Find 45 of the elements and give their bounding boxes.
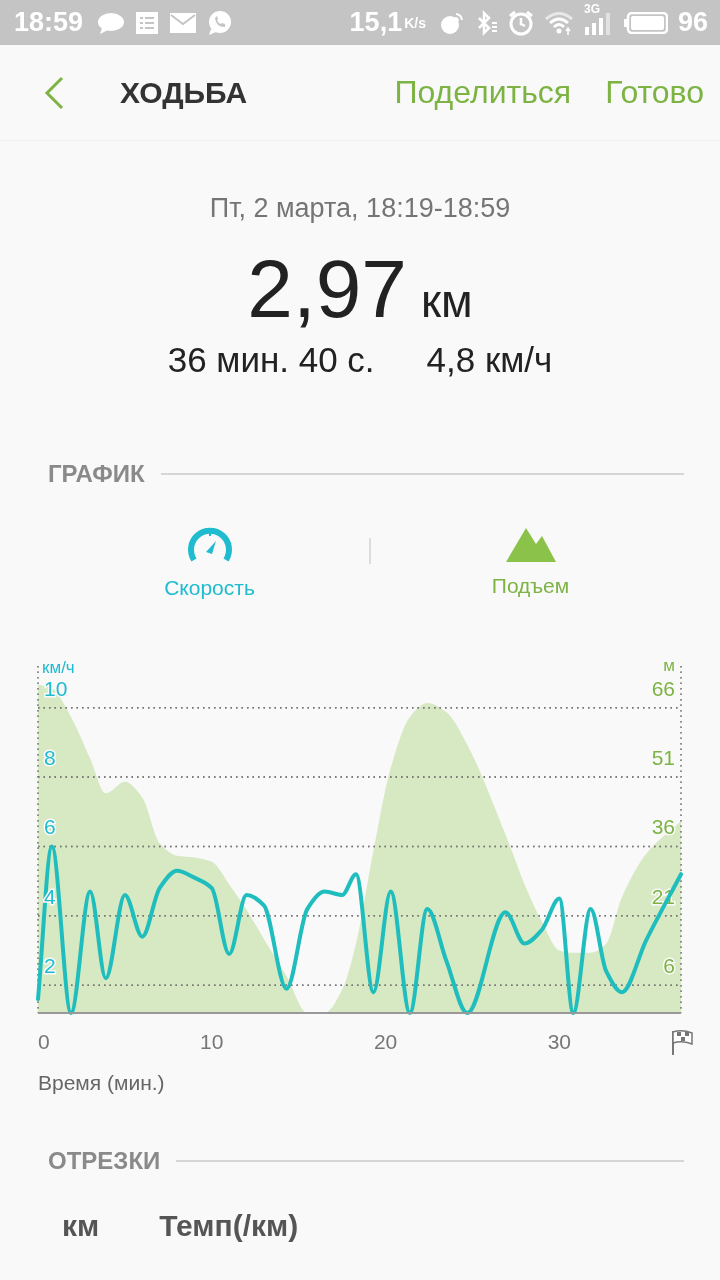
time-axis-label: 10: [200, 1030, 224, 1053]
battery-icon: [623, 11, 668, 34]
right-axis-unit: м: [663, 656, 675, 675]
column-header: км: [62, 1209, 100, 1243]
network-type: 3G: [583, 2, 600, 15]
chart-toggle[interactable]: Скорость: [50, 518, 369, 606]
screen-title: ХОДЬБА: [120, 75, 248, 110]
alarm-icon: [507, 9, 534, 36]
elevation-axis-label: 66: [651, 676, 675, 700]
list-icon: [135, 10, 160, 35]
time-axis-title: Время (мин.): [38, 1071, 166, 1095]
section-title: ГРАФИК: [48, 460, 145, 488]
workout-date: Пт, 2 марта, 18:19-18:59: [209, 193, 511, 224]
average-speed: 4,8 км/ч: [426, 340, 553, 380]
section-title: ОТРЕЗКИ: [48, 1147, 161, 1175]
duration-value: 36 мин. 40 с.: [167, 340, 375, 380]
clock-time: 18:59: [14, 7, 84, 38]
left-axis-unit: км/ч: [42, 658, 75, 677]
battery-level: 96: [677, 7, 708, 38]
finish-flag-icon: [672, 1029, 693, 1056]
distance-unit: км: [420, 274, 473, 328]
header-action-button[interactable]: Готово: [605, 74, 704, 111]
time-axis-label: 20: [373, 1030, 398, 1053]
chat-icon: [97, 10, 126, 35]
elevation-axis-label: 51: [651, 746, 675, 770]
phone-bubble-icon: [207, 9, 234, 36]
speed-axis-label: 2: [44, 954, 56, 978]
distance-value: 2,97: [247, 242, 407, 336]
header-action-button[interactable]: Поделиться: [394, 74, 572, 111]
chart-toggle[interactable]: Подъем: [371, 520, 690, 604]
speed-axis-label: 8: [44, 746, 56, 770]
network-speed: 15,1: [349, 7, 403, 38]
wifi-icon: [543, 9, 574, 36]
elevation-axis-label: 36: [651, 815, 675, 839]
time-axis-label: 30: [547, 1030, 572, 1053]
time-axis-label: 0: [38, 1030, 50, 1053]
speed-axis-label: 10: [44, 676, 68, 700]
speed-axis-label: 6: [44, 815, 56, 839]
network-speed-unit: K/s: [404, 14, 426, 31]
column-header: Темп(/км): [159, 1209, 299, 1243]
mountain-icon: [505, 526, 556, 562]
bluetooth-icon: [475, 9, 498, 36]
back-icon: [44, 75, 64, 110]
elevation-axis-label: 6: [663, 954, 675, 978]
mail-icon: [169, 11, 198, 34]
